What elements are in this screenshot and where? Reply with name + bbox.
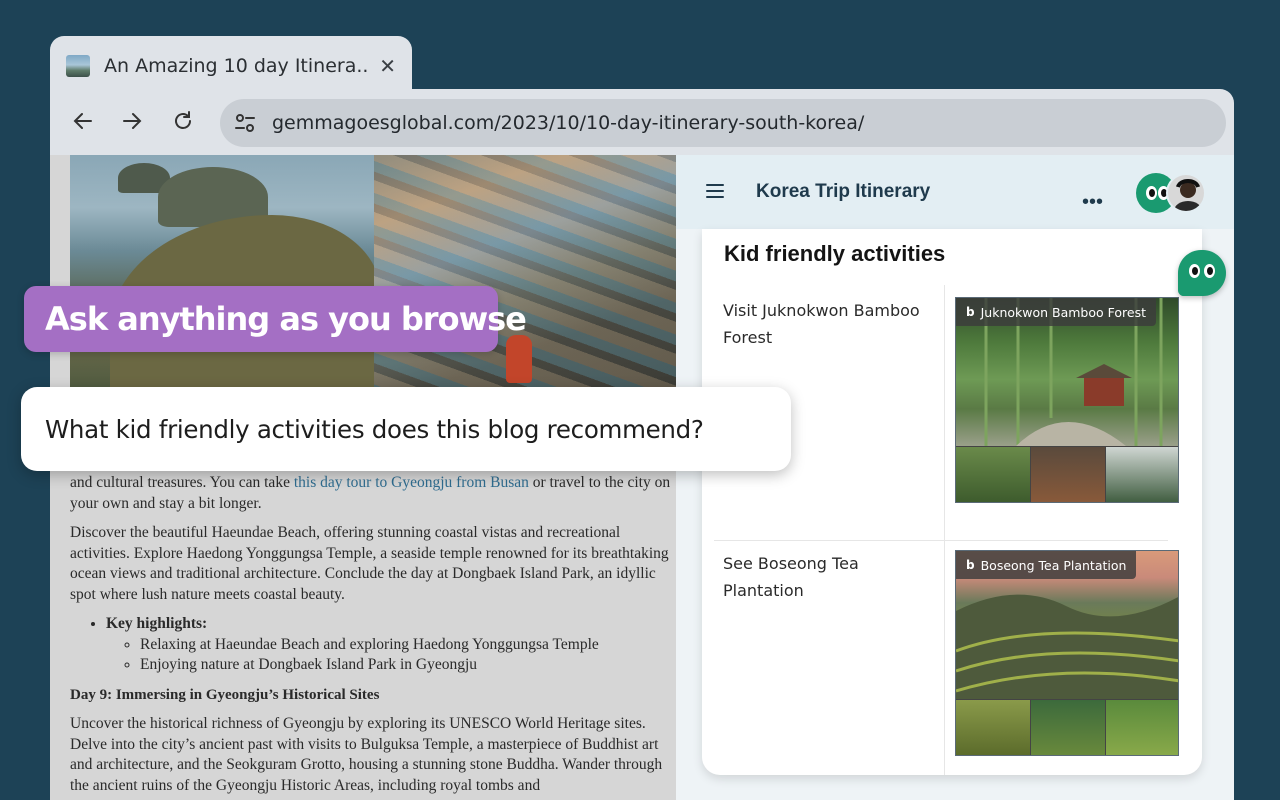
tea-thumb — [956, 700, 1030, 755]
ask-banner: Ask anything as you browse — [24, 286, 527, 352]
hero-image-coast — [70, 155, 380, 405]
ask-banner-text: Ask anything as you browse — [45, 300, 527, 338]
panel-title: Korea Trip Itinerary — [756, 181, 931, 202]
image-source-tag: b Boseong Tea Plantation — [956, 551, 1137, 579]
bing-icon: b — [966, 558, 975, 572]
activity-label: See Boseong Tea Plantation — [723, 554, 859, 600]
bamboo-forest-image[interactable]: b Juknokwon Bamboo Forest — [955, 297, 1179, 503]
favicon-icon — [66, 55, 90, 77]
assistant-bubble-icon[interactable] — [1178, 250, 1226, 296]
highlight-item: Relaxing at Haeundae Beach and exploring… — [140, 635, 676, 656]
question-text: What kid friendly activities does this b… — [45, 414, 704, 444]
bamboo-thumb — [1106, 447, 1178, 502]
activity-label: Visit Juknokwon Bamboo Forest — [723, 301, 920, 347]
web-page: and cultural treasures. You can take thi… — [50, 155, 676, 800]
row-divider — [714, 540, 1168, 541]
site-settings-icon[interactable] — [234, 112, 256, 134]
itinerary-card: Kid friendly activities Visit Juknokwon … — [702, 229, 1202, 775]
column-divider — [944, 285, 945, 775]
browser-toolbar: gemmagoesglobal.com/2023/10/10-day-itine… — [50, 89, 1234, 155]
question-bubble[interactable]: What kid friendly activities does this b… — [21, 387, 791, 471]
tea-thumb — [1031, 700, 1105, 755]
back-icon[interactable] — [70, 108, 96, 134]
close-icon[interactable]: ✕ — [379, 54, 396, 78]
article-paragraph: Uncover the historical richness of Gyeon… — [70, 715, 663, 794]
article-paragraph: and cultural treasures. You can take thi… — [70, 474, 671, 512]
url-text[interactable]: gemmagoesglobal.com/2023/10/10-day-itine… — [272, 112, 864, 134]
tea-thumb — [1106, 700, 1178, 755]
more-options-icon[interactable]: ••• — [1082, 191, 1103, 214]
tour-link[interactable]: this day tour to Gyeongju from Busan — [294, 474, 529, 491]
forward-icon[interactable] — [119, 108, 145, 134]
highlights-list: Key highlights: Relaxing at Haeundae Bea… — [106, 614, 676, 676]
panel-header: Korea Trip Itinerary ••• — [676, 155, 1234, 229]
hamburger-menu-icon[interactable] — [706, 183, 724, 199]
bing-icon: b — [966, 305, 975, 319]
card-title: Kid friendly activities — [724, 241, 946, 266]
user-avatar[interactable] — [1166, 173, 1206, 213]
bamboo-thumb — [956, 447, 1030, 502]
article-paragraph: Discover the beautiful Haeundae Beach, o… — [70, 524, 669, 603]
tab-title: An Amazing 10 day Itinera... — [104, 55, 368, 77]
highlights-item: Key highlights: Relaxing at Haeundae Bea… — [106, 614, 676, 676]
browser-tab[interactable]: An Amazing 10 day Itinera... ✕ — [50, 36, 412, 96]
eye-icon — [1204, 264, 1215, 278]
side-panel: Korea Trip Itinerary ••• Kid friendly ac… — [676, 155, 1234, 800]
address-bar[interactable]: gemmagoesglobal.com/2023/10/10-day-itine… — [220, 99, 1226, 147]
hero-image-village — [374, 155, 676, 395]
eye-icon — [1189, 264, 1200, 278]
image-source-tag: b Juknokwon Bamboo Forest — [956, 298, 1156, 326]
eye-icon — [1146, 186, 1157, 200]
child-figure — [506, 335, 532, 383]
highlight-item: Enjoying nature at Dongbaek Island Park … — [140, 655, 676, 676]
article-body: and cultural treasures. You can take thi… — [70, 473, 676, 800]
bamboo-thumb — [1031, 447, 1105, 502]
reload-icon[interactable] — [170, 108, 196, 134]
day-heading: Day 9: Immersing in Gyeongju’s Historica… — [70, 686, 380, 703]
tea-plantation-image[interactable]: b Boseong Tea Plantation — [955, 550, 1179, 756]
